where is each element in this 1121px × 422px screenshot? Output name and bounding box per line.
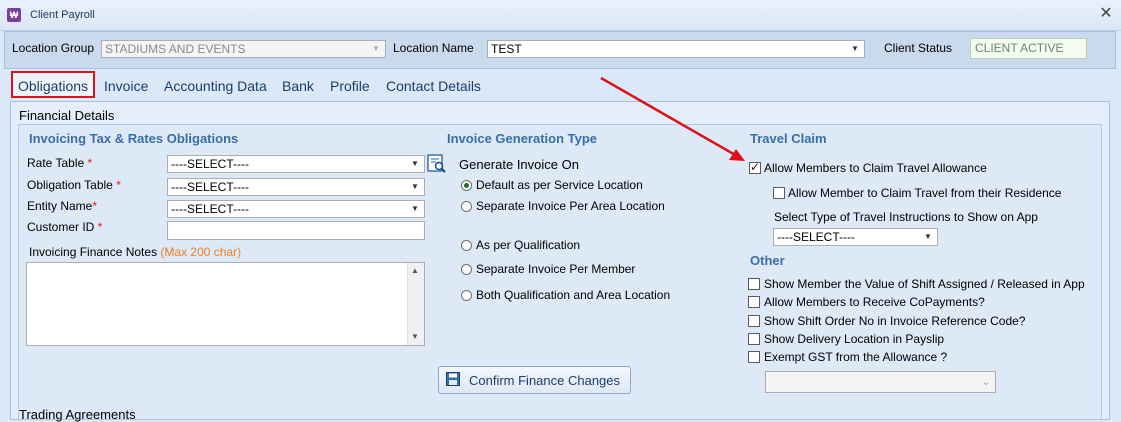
- radio-as-per-qualification[interactable]: [461, 240, 472, 251]
- app-icon: ₩: [7, 8, 21, 22]
- show-shift-value-label: Show Member the Value of Shift Assigned …: [764, 277, 1085, 291]
- radio-as-per-qualification-label: As per Qualification: [476, 238, 581, 252]
- chevron-down-icon[interactable]: ▼: [408, 201, 422, 217]
- rate-table-value: ----SELECT----: [171, 157, 249, 171]
- invoicing-section-title: Invoicing Tax & Rates Obligations: [29, 131, 239, 146]
- trading-agreements-title: Trading Agreements: [19, 407, 136, 422]
- chevron-down-icon[interactable]: ▼: [408, 156, 422, 172]
- client-status-label: Client Status: [884, 41, 953, 55]
- travel-instructions-label: Select Type of Travel Instructions to Sh…: [774, 210, 1038, 224]
- chevron-down-icon[interactable]: ▼: [921, 229, 935, 245]
- obligation-table-select[interactable]: ----SELECT---- ▼: [167, 178, 425, 196]
- allow-travel-label: Allow Members to Claim Travel Allowance: [764, 161, 987, 175]
- required-mark: *: [97, 220, 103, 234]
- show-delivery-location-checkbox[interactable]: [748, 333, 760, 345]
- client-status-field: CLIENT ACTIVE: [970, 38, 1087, 59]
- finance-notes-textarea[interactable]: ▲ ▼: [26, 262, 425, 346]
- radio-qualification-and-area-label: Both Qualification and Area Location: [476, 288, 671, 302]
- tab-invoice[interactable]: Invoice: [104, 78, 148, 94]
- show-shift-value-checkbox[interactable]: [748, 278, 760, 290]
- travel-instructions-value: ----SELECT----: [777, 230, 855, 244]
- allow-residence-checkbox[interactable]: [773, 187, 785, 199]
- other-section-title: Other: [750, 253, 785, 268]
- radio-default-service-location[interactable]: [461, 180, 472, 191]
- required-mark: *: [116, 178, 121, 192]
- rate-table-label-text: Rate Table: [27, 156, 85, 170]
- close-icon[interactable]: ✕: [1097, 5, 1115, 23]
- radio-qualification-and-area[interactable]: [461, 290, 472, 301]
- entity-name-value: ----SELECT----: [171, 202, 249, 216]
- allow-copayments-checkbox[interactable]: [748, 296, 760, 308]
- radio-separate-area-location-label: Separate Invoice Per Area Location: [476, 199, 665, 213]
- scroll-up-icon[interactable]: ▲: [411, 266, 419, 275]
- customer-id-label-text: Customer ID: [27, 220, 95, 234]
- show-shift-order-label: Show Shift Order No in Invoice Reference…: [764, 314, 1026, 328]
- customer-id-label: Customer ID *: [27, 220, 102, 234]
- financial-details-title: Financial Details: [19, 108, 115, 123]
- scroll-down-icon[interactable]: ▼: [411, 332, 419, 341]
- obligation-table-label: Obligation Table *: [27, 178, 121, 192]
- search-table-icon[interactable]: [427, 154, 447, 174]
- tab-profile[interactable]: Profile: [330, 78, 370, 94]
- tab-accounting-data[interactable]: Accounting Data: [164, 78, 267, 94]
- allow-copayments-label: Allow Members to Receive CoPayments?: [764, 295, 985, 309]
- exempt-gst-checkbox[interactable]: [748, 351, 760, 363]
- finance-notes-hint: (Max 200 char): [160, 245, 242, 259]
- location-name-select[interactable]: TEST ▼: [487, 40, 865, 58]
- chevron-down-icon: ⌄: [981, 376, 991, 388]
- rate-table-label: Rate Table *: [27, 156, 92, 170]
- title-bar: [0, 0, 1121, 31]
- location-name-value: TEST: [491, 42, 522, 56]
- radio-separate-per-member-label: Separate Invoice Per Member: [476, 262, 636, 276]
- location-group-select: STADIUMS AND EVENTS ▼: [101, 40, 386, 58]
- entity-name-label-text: Entity Name: [27, 199, 93, 213]
- location-name-label: Location Name: [393, 41, 474, 55]
- required-mark: *: [92, 199, 98, 213]
- chevron-down-icon: ▼: [372, 44, 380, 53]
- required-mark: *: [87, 156, 93, 170]
- location-group-value: STADIUMS AND EVENTS: [105, 42, 246, 56]
- show-shift-order-checkbox[interactable]: [748, 315, 760, 327]
- exempt-gst-label: Exempt GST from the Allowance ?: [764, 350, 948, 364]
- generate-invoice-on-label: Generate Invoice On: [459, 157, 579, 172]
- gst-allowance-select: ⌄: [765, 371, 996, 393]
- confirm-finance-changes-label: Confirm Finance Changes: [469, 373, 621, 388]
- save-icon: [446, 372, 460, 386]
- chevron-down-icon[interactable]: ▼: [408, 179, 422, 195]
- window-title: Client Payroll: [30, 9, 95, 21]
- tab-bank[interactable]: Bank: [282, 78, 314, 94]
- finance-notes-label-text: Invoicing Finance Notes: [29, 245, 158, 259]
- rate-table-select[interactable]: ----SELECT---- ▼: [167, 155, 425, 173]
- entity-name-label: Entity Name*: [27, 199, 97, 213]
- obligation-table-value: ----SELECT----: [171, 180, 249, 194]
- location-group-label: Location Group: [12, 41, 95, 55]
- customer-id-input[interactable]: [167, 221, 425, 240]
- obligation-table-label-text: Obligation Table: [27, 178, 113, 192]
- show-delivery-location-label: Show Delivery Location in Payslip: [764, 332, 945, 346]
- radio-separate-per-member[interactable]: [461, 264, 472, 275]
- entity-name-select[interactable]: ----SELECT---- ▼: [167, 200, 425, 218]
- allow-residence-label: Allow Member to Claim Travel from their …: [788, 186, 1062, 200]
- tab-contact-details[interactable]: Contact Details: [386, 78, 481, 94]
- radio-separate-area-location[interactable]: [461, 201, 472, 212]
- travel-instructions-select[interactable]: ----SELECT---- ▼: [773, 228, 938, 246]
- finance-notes-label: Invoicing Finance Notes (Max 200 char): [29, 245, 241, 259]
- invoice-generation-title: Invoice Generation Type: [447, 131, 598, 146]
- allow-travel-checkbox[interactable]: [749, 160, 761, 174]
- travel-claim-title: Travel Claim: [750, 131, 827, 146]
- radio-default-service-location-label: Default as per Service Location: [476, 178, 643, 192]
- notes-scrollbar[interactable]: ▲ ▼: [407, 263, 424, 345]
- tab-obligations[interactable]: Obligations: [18, 78, 88, 94]
- chevron-down-icon[interactable]: ▼: [848, 41, 862, 57]
- confirm-finance-changes-button[interactable]: Confirm Finance Changes: [438, 366, 631, 394]
